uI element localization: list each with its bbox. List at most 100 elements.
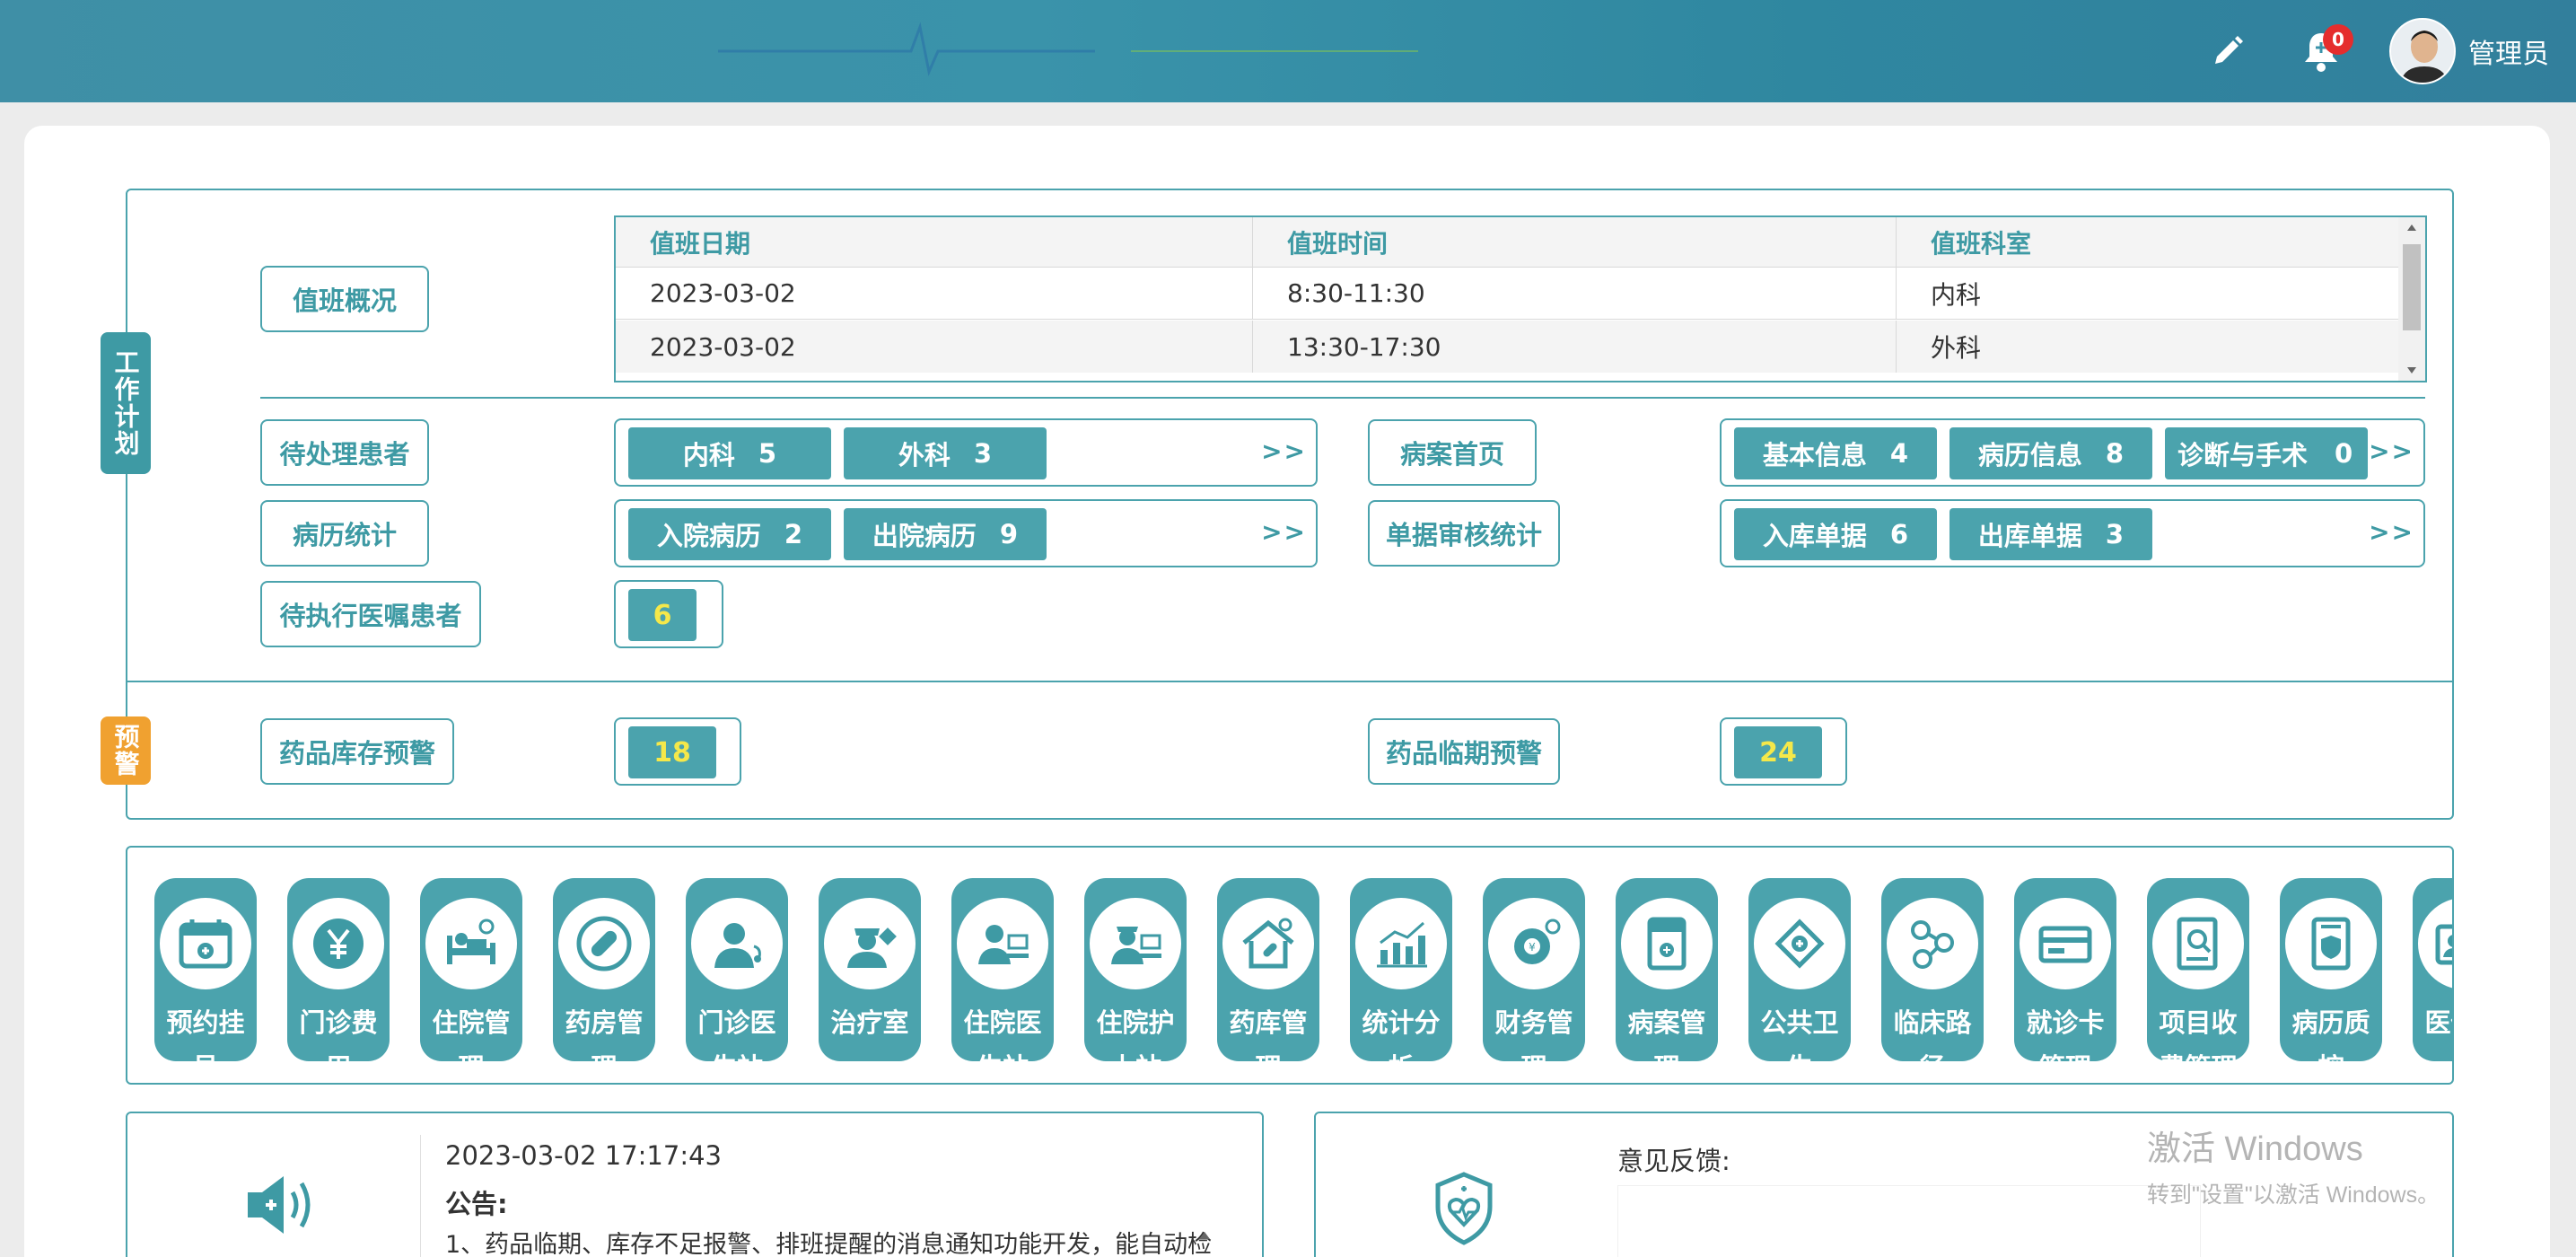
table-row: 2023-03-02 13:30-17:30 外科 (616, 321, 2400, 373)
chip-count: 2 (784, 519, 803, 549)
chip-count: 3 (973, 438, 993, 469)
module-label: 财务管理 (1494, 1007, 1573, 1083)
chip-record-info[interactable]: 病历信息 8 (1950, 427, 2152, 479)
notice-time: 2023-03-02 17:17:43 (445, 1140, 722, 1171)
chip-surgery[interactable]: 外科 3 (844, 427, 1047, 479)
document-search-icon (2152, 898, 2244, 989)
module-outpatient-doctor[interactable]: 门诊医生站 (686, 878, 788, 1083)
speaker-icon (242, 1171, 325, 1243)
chip-count: 8 (2105, 438, 2125, 469)
record-stats-box: 入院病历 2 出院病历 9 >> (614, 499, 1318, 567)
duty-dept: 外科 (1931, 333, 1982, 363)
module-treatment-room[interactable]: 治疗室 (819, 878, 921, 1061)
feedback-input[interactable] (1617, 1185, 2201, 1257)
module-inpatient-mgmt[interactable]: 住院管理 (420, 878, 522, 1083)
finance-gear-icon: ¥ (1488, 898, 1580, 989)
chip-name: 病历信息 (1977, 440, 2082, 470)
module-inpatient-doctor[interactable]: 住院医生站 (951, 878, 1054, 1083)
ecg-line-decoration (718, 22, 1418, 76)
module-label: 药房管理 (565, 1007, 644, 1083)
module-drug-warehouse[interactable]: 药库管理 (1217, 878, 1319, 1083)
module-label: 就诊卡管理 (2026, 1007, 2105, 1083)
chip-name: 出院病历 (872, 521, 977, 551)
chip-name: 诊断与手术 (2177, 440, 2309, 470)
expiry-warning-label: 药品临期预警 (1368, 718, 1560, 785)
scroll-up-icon[interactable] (2407, 224, 2416, 231)
module-finance[interactable]: ¥ 财务管理 (1483, 878, 1585, 1083)
module-public-health[interactable]: 公共卫生 (1748, 878, 1851, 1083)
scroll-thumb[interactable] (2403, 244, 2421, 330)
chip-count: 3 (2105, 519, 2125, 549)
module-label: 统计分析 (1362, 1007, 1441, 1083)
module-case-mgmt[interactable]: 病案管理 (1616, 878, 1718, 1083)
case-home-box: 基本信息 4 病历信息 8 诊断与手术 0 >> (1720, 418, 2425, 487)
module-insurance[interactable]: 医保业 (2413, 878, 2452, 1061)
module-label: 住院护士站 (1096, 1007, 1175, 1083)
calendar-icon (160, 898, 251, 989)
pending-patients-box: 内科 5 外科 3 >> (614, 418, 1318, 487)
more-link[interactable]: >> (2369, 517, 2414, 547)
more-link[interactable]: >> (1261, 517, 1307, 547)
chip-admission-record[interactable]: 入院病历 2 (628, 508, 831, 560)
duty-date: 2023-03-02 (616, 268, 1253, 319)
chip-name: 外科 (898, 440, 951, 470)
module-label: 临床路径 (1893, 1007, 1972, 1083)
chip-count: 9 (999, 519, 1019, 549)
duty-table-scrollbar[interactable] (2398, 217, 2425, 381)
module-appointment[interactable]: 预约挂号 (154, 878, 257, 1083)
more-link[interactable]: >> (1261, 436, 1307, 466)
warning-tag: 预警 (101, 716, 151, 785)
module-record-qc[interactable]: 病历质控 (2280, 878, 2382, 1083)
stock-warning-count[interactable]: 18 (628, 726, 716, 778)
more-link[interactable]: >> (2369, 436, 2414, 466)
chip-discharge-record[interactable]: 出院病历 9 (844, 508, 1047, 560)
pending-orders-count[interactable]: 6 (628, 589, 697, 641)
stock-warning-box: 18 (614, 717, 741, 786)
module-clinical-path[interactable]: 临床路径 (1881, 878, 1984, 1083)
module-label: 公共卫生 (1760, 1007, 1839, 1083)
user-name[interactable]: 管理员 (2468, 31, 2549, 71)
medical-record-icon (1621, 898, 1713, 989)
work-plan-tag: 工作计划 (101, 332, 151, 474)
module-label: 药库管理 (1229, 1007, 1308, 1083)
watermark-line1: 激活 Windows (2147, 1130, 2363, 1168)
notification-bell-icon[interactable]: 0 (2294, 24, 2353, 78)
section-divider (260, 397, 2425, 399)
module-pharmacy[interactable]: 药房管理 (553, 878, 655, 1083)
public-health-icon (1754, 898, 1845, 989)
duty-table: 值班日期 值班时间 值班科室 2023-03-02 8:30-11:30 内科 … (614, 215, 2427, 382)
table-row: 2023-03-02 8:30-11:30 内科 (616, 268, 2400, 320)
windows-activation-watermark: 激活 Windows 转到"设置"以激活 Windows。 (2147, 1121, 2440, 1209)
duty-time: 8:30-11:30 (1253, 268, 1897, 319)
chip-outbound-doc[interactable]: 出库单据 3 (1950, 508, 2152, 560)
module-label: 项目收费管理 (2159, 1007, 2238, 1083)
chip-diagnosis-surgery[interactable]: 诊断与手术 0 (2165, 427, 2368, 479)
edit-pencil-icon[interactable] (2201, 24, 2255, 78)
module-label: 门诊医生站 (697, 1007, 776, 1083)
nurse-icon (824, 898, 916, 989)
inpatient-nurse-icon (1090, 898, 1181, 989)
chip-internal-medicine[interactable]: 内科 5 (628, 427, 831, 479)
module-item-fee[interactable]: 项目收费管理 (2147, 878, 2249, 1083)
notification-badge: 0 (2323, 24, 2353, 55)
scroll-down-icon[interactable] (2407, 367, 2416, 374)
scroll-up-icon[interactable] (1199, 1232, 1210, 1239)
notice-panel: 2023-03-02 17:17:43 公告: 1、药品临期、库存不足报警、排班… (126, 1112, 1264, 1257)
avatar[interactable] (2389, 18, 2456, 84)
module-label: 门诊费用 (299, 1007, 378, 1083)
module-outpatient-fee[interactable]: 门诊费用 (287, 878, 390, 1083)
duty-header-time: 值班时间 (1253, 217, 1897, 267)
health-shield-icon (1433, 1171, 1495, 1250)
record-stats-label: 病历统计 (260, 500, 429, 567)
expiry-warning-count[interactable]: 24 (1734, 726, 1822, 778)
chip-inbound-doc[interactable]: 入库单据 6 (1734, 508, 1937, 560)
module-label: 治疗室 (830, 1007, 909, 1038)
module-visit-card[interactable]: 就诊卡管理 (2014, 878, 2116, 1083)
pending-patients-label: 待处理患者 (260, 419, 429, 486)
module-statistics[interactable]: 统计分析 (1350, 878, 1452, 1083)
chip-count: 4 (1889, 438, 1909, 469)
duty-header-dept: 值班科室 (1931, 228, 2032, 259)
module-inpatient-nurse[interactable]: 住院护士站 (1084, 878, 1187, 1083)
duty-header-date: 值班日期 (616, 217, 1253, 267)
chip-basic-info[interactable]: 基本信息 4 (1734, 427, 1937, 479)
